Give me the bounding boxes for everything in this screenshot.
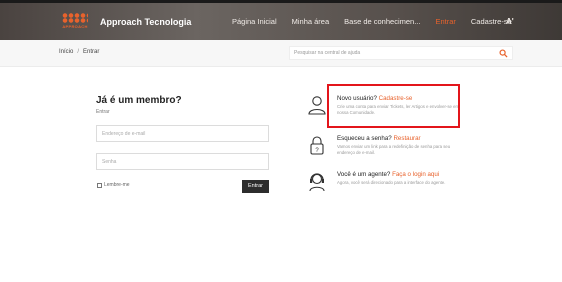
- agent-description: Agora, você será direcionado para a inte…: [337, 180, 446, 185]
- lock-icon: ?: [310, 136, 324, 155]
- nav-home[interactable]: Página Inicial: [232, 17, 277, 26]
- forgot-password-heading: Esqueceu a senha? Restaurar: [337, 135, 421, 142]
- brand-name[interactable]: Approach Tecnologia: [100, 17, 191, 27]
- search-icon[interactable]: [499, 49, 508, 58]
- agent-login-link[interactable]: Faça o login aqui: [392, 171, 439, 178]
- remember-me[interactable]: Lembre-me: [97, 182, 130, 188]
- nav-my-area[interactable]: Minha área: [292, 17, 330, 26]
- font-size-button[interactable]: A': [506, 17, 514, 26]
- login-form: Já é um membro? Entrar Endereço de e-mai…: [96, 95, 271, 193]
- login-title: Já é um membro?: [96, 95, 182, 106]
- password-field[interactable]: Senha: [96, 153, 269, 170]
- email-placeholder: Endereço de e-mail: [102, 131, 146, 137]
- agent-heading: Você é um agente? Faça o login aqui: [337, 171, 439, 178]
- nav-knowledge-base[interactable]: Base de conhecimen...: [344, 17, 420, 26]
- user-icon: [308, 96, 326, 115]
- breadcrumb: Início / Entrar: [59, 49, 99, 55]
- logo-text: APPROACH: [62, 24, 88, 29]
- search-input[interactable]: Pesquisar na central de ajuda: [289, 46, 513, 60]
- sign-in-button[interactable]: Entrar: [242, 180, 269, 193]
- breadcrumb-separator: /: [77, 49, 80, 55]
- search-placeholder: Pesquisar na central de ajuda: [294, 50, 361, 56]
- breadcrumb-current: Entrar: [83, 49, 100, 55]
- breadcrumb-bar: Início / Entrar Pesquisar na central de …: [0, 40, 562, 67]
- nav-sign-in[interactable]: Entrar: [435, 17, 455, 26]
- forgot-password-description: Vamos enviar um link para a redefinição …: [337, 144, 451, 156]
- remember-label: Lembre-me: [104, 182, 130, 188]
- highlight-box: [327, 84, 460, 128]
- login-subtitle: Entrar: [96, 109, 110, 115]
- svg-text:?: ?: [315, 148, 319, 154]
- remember-checkbox[interactable]: [97, 182, 102, 188]
- main-nav: Página Inicial Minha área Base de conhec…: [232, 17, 527, 26]
- logo-mark-icon: [62, 13, 88, 23]
- approach-logo[interactable]: APPROACH: [56, 11, 94, 33]
- agent-headset-icon: [309, 173, 325, 192]
- forgot-password-question: Esqueceu a senha?: [337, 135, 392, 142]
- restore-link[interactable]: Restaurar: [393, 135, 420, 142]
- email-field[interactable]: Endereço de e-mail: [96, 125, 269, 142]
- password-placeholder: Senha: [102, 159, 117, 165]
- agent-question: Você é um agente?: [337, 171, 391, 178]
- top-navbar: APPROACH Approach Tecnologia Página Inic…: [0, 3, 562, 40]
- breadcrumb-home[interactable]: Início: [59, 49, 73, 55]
